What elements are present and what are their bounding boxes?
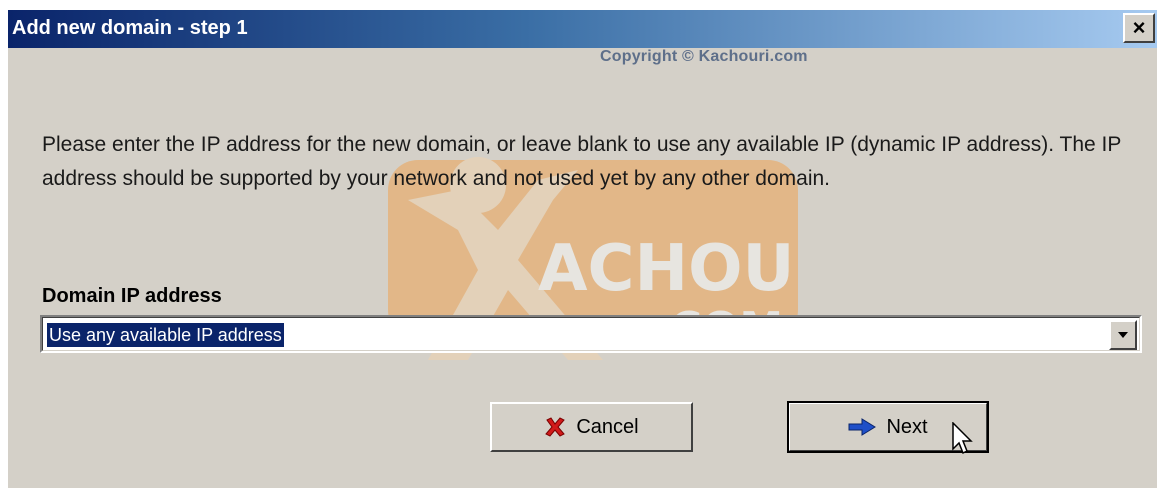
domain-ip-selected-value: Use any available IP address bbox=[47, 323, 284, 347]
chevron-down-icon bbox=[1118, 332, 1128, 338]
red-x-icon bbox=[544, 416, 566, 438]
domain-ip-label: Domain IP address bbox=[42, 285, 222, 307]
title-bar[interactable]: Add new domain - step 1 × bbox=[8, 10, 1157, 48]
next-label: Next bbox=[886, 415, 928, 438]
dropdown-button[interactable] bbox=[1109, 320, 1137, 350]
blue-arrow-icon bbox=[848, 418, 877, 436]
mouse-pointer-icon bbox=[952, 421, 976, 463]
cancel-button[interactable]: Cancel bbox=[490, 402, 693, 452]
close-icon: × bbox=[1132, 15, 1146, 40]
description-text: Please enter the IP address for the new … bbox=[42, 133, 1122, 190]
watermark-name: ACHOURI bbox=[538, 232, 798, 306]
window-title: Add new domain - step 1 bbox=[12, 17, 248, 39]
cancel-label: Cancel bbox=[576, 415, 639, 438]
domain-ip-select[interactable]: Use any available IP address bbox=[40, 315, 1142, 353]
close-button[interactable]: × bbox=[1123, 13, 1155, 43]
copyright-watermark: Copyright © Kachouri.com bbox=[600, 48, 808, 65]
dialog-window: Add new domain - step 1 × ACHOURI .COM P… bbox=[8, 10, 1157, 488]
